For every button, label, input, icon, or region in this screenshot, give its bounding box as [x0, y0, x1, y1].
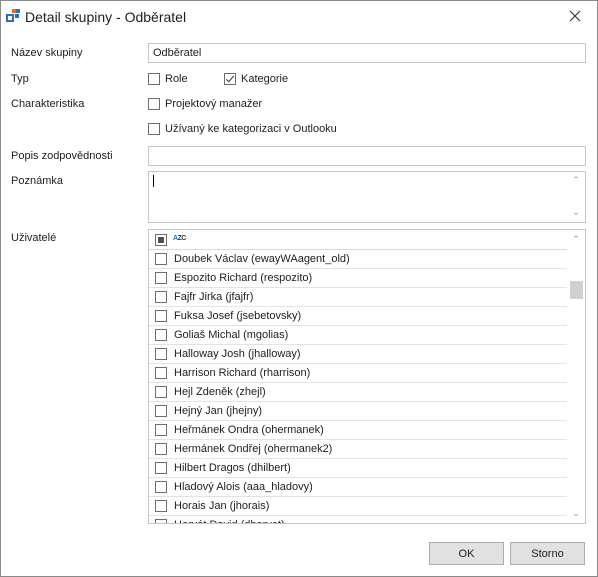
cancel-button[interactable]: Storno [510, 542, 585, 565]
user-name: Fuksa Josef (jsebetovsky) [174, 310, 302, 322]
group-detail-icon [6, 9, 20, 22]
user-name: Goliaš Michal (mgolias) [174, 329, 289, 341]
note-scrollbar[interactable]: ⌃ ⌄ [568, 173, 584, 221]
list-item[interactable]: Hermánek Ondřej (ohermanek2) [149, 440, 567, 459]
responsibility-label: Popis zodpovědnosti [11, 150, 113, 162]
user-name: Hejný Jan (jhejny) [174, 405, 263, 417]
users-scrollbar[interactable]: ⌃ ⌄ [568, 231, 584, 522]
users-list[interactable]: AZC Doubek Václav (ewayWAagent_old) Espoz… [148, 229, 586, 524]
scroll-thumb[interactable] [570, 281, 583, 299]
users-rows: Doubek Václav (ewayWAagent_old) Espozito … [149, 250, 567, 523]
type-category-label[interactable]: Kategorie [241, 73, 288, 85]
user-name: Halloway Josh (jhalloway) [174, 348, 301, 360]
type-role-checkbox[interactable] [148, 73, 160, 85]
group-detail-dialog: Detail skupiny - Odběratel Název skupiny… [0, 0, 598, 577]
outlook-categorization-checkbox[interactable] [148, 123, 160, 135]
ok-button[interactable]: OK [429, 542, 504, 565]
scroll-up-icon[interactable]: ⌃ [572, 235, 580, 244]
user-name: Doubek Václav (ewayWAagent_old) [174, 253, 350, 265]
user-checkbox[interactable] [155, 291, 167, 303]
user-checkbox[interactable] [155, 272, 167, 284]
user-name: Fajfr Jirka (jfajfr) [174, 291, 254, 303]
user-checkbox[interactable] [155, 405, 167, 417]
user-checkbox[interactable] [155, 462, 167, 474]
window-title: Detail skupiny - Odběratel [25, 9, 187, 25]
user-name: Hejl Zdeněk (zhejl) [174, 386, 266, 398]
project-manager-label[interactable]: Projektový manažer [165, 98, 262, 110]
list-item[interactable]: Heřmánek Ondra (ohermanek) [149, 421, 567, 440]
note-textarea[interactable]: ⌃ ⌄ [148, 171, 586, 223]
responsibility-input[interactable] [148, 146, 586, 166]
list-item[interactable]: Harrison Richard (rharrison) [149, 364, 567, 383]
list-item[interactable]: Horvát David (dhorvat) [149, 516, 567, 523]
type-label: Typ [11, 73, 29, 85]
users-label: Uživatelé [11, 232, 57, 244]
user-checkbox[interactable] [155, 310, 167, 322]
group-name-label: Název skupiny [11, 47, 83, 59]
list-item[interactable]: Hejný Jan (jhejny) [149, 402, 567, 421]
user-name: Hermánek Ondřej (ohermanek2) [174, 443, 333, 455]
text-cursor [153, 175, 154, 187]
user-checkbox[interactable] [155, 424, 167, 436]
scroll-up-icon[interactable]: ⌃ [572, 176, 580, 185]
list-item[interactable]: Fajfr Jirka (jfajfr) [149, 288, 567, 307]
title-bar[interactable]: Detail skupiny - Odběratel [1, 1, 597, 33]
user-name: Harrison Richard (rharrison) [174, 367, 311, 379]
project-manager-checkbox[interactable] [148, 98, 160, 110]
list-item[interactable]: Doubek Václav (ewayWAagent_old) [149, 250, 567, 269]
list-item[interactable]: Horais Jan (jhorais) [149, 497, 567, 516]
select-all-checkbox[interactable] [155, 234, 167, 246]
scroll-down-icon[interactable]: ⌄ [572, 208, 580, 217]
user-checkbox[interactable] [155, 500, 167, 512]
user-checkbox[interactable] [155, 329, 167, 341]
user-checkbox[interactable] [155, 367, 167, 379]
user-checkbox[interactable] [155, 481, 167, 493]
user-name: Heřmánek Ondra (ohermanek) [174, 424, 324, 436]
user-name: Horvát David (dhorvat) [174, 519, 285, 523]
list-item[interactable]: Fuksa Josef (jsebetovsky) [149, 307, 567, 326]
user-checkbox[interactable] [155, 253, 167, 265]
list-item[interactable]: Hladový Alois (aaa_hladovy) [149, 478, 567, 497]
user-checkbox[interactable] [155, 443, 167, 455]
user-name: Hladový Alois (aaa_hladovy) [174, 481, 313, 493]
group-name-input[interactable]: Odběratel [148, 43, 586, 63]
user-checkbox[interactable] [155, 348, 167, 360]
group-name-value: Odběratel [153, 47, 202, 59]
scroll-down-icon[interactable]: ⌄ [572, 509, 580, 518]
user-checkbox[interactable] [155, 386, 167, 398]
list-item[interactable]: Espozito Richard (respozito) [149, 269, 567, 288]
user-name: Hilbert Dragos (dhilbert) [174, 462, 291, 474]
list-item[interactable]: Halloway Josh (jhalloway) [149, 345, 567, 364]
outlook-categorization-label[interactable]: Užívaný ke kategorizaci v Outlooku [165, 123, 337, 135]
sort-az-icon[interactable]: AZC [173, 235, 186, 242]
close-icon [569, 10, 581, 22]
note-label: Poznámka [11, 175, 63, 187]
type-role-label[interactable]: Role [165, 73, 188, 85]
user-checkbox[interactable] [155, 519, 167, 523]
list-item[interactable]: Hilbert Dragos (dhilbert) [149, 459, 567, 478]
close-button[interactable] [563, 5, 587, 27]
user-name: Horais Jan (jhorais) [174, 500, 270, 512]
users-list-header: AZC [149, 230, 567, 250]
characteristics-label: Charakteristika [11, 98, 85, 110]
list-item[interactable]: Goliaš Michal (mgolias) [149, 326, 567, 345]
type-category-checkbox[interactable] [224, 73, 236, 85]
user-name: Espozito Richard (respozito) [174, 272, 313, 284]
list-item[interactable]: Hejl Zdeněk (zhejl) [149, 383, 567, 402]
